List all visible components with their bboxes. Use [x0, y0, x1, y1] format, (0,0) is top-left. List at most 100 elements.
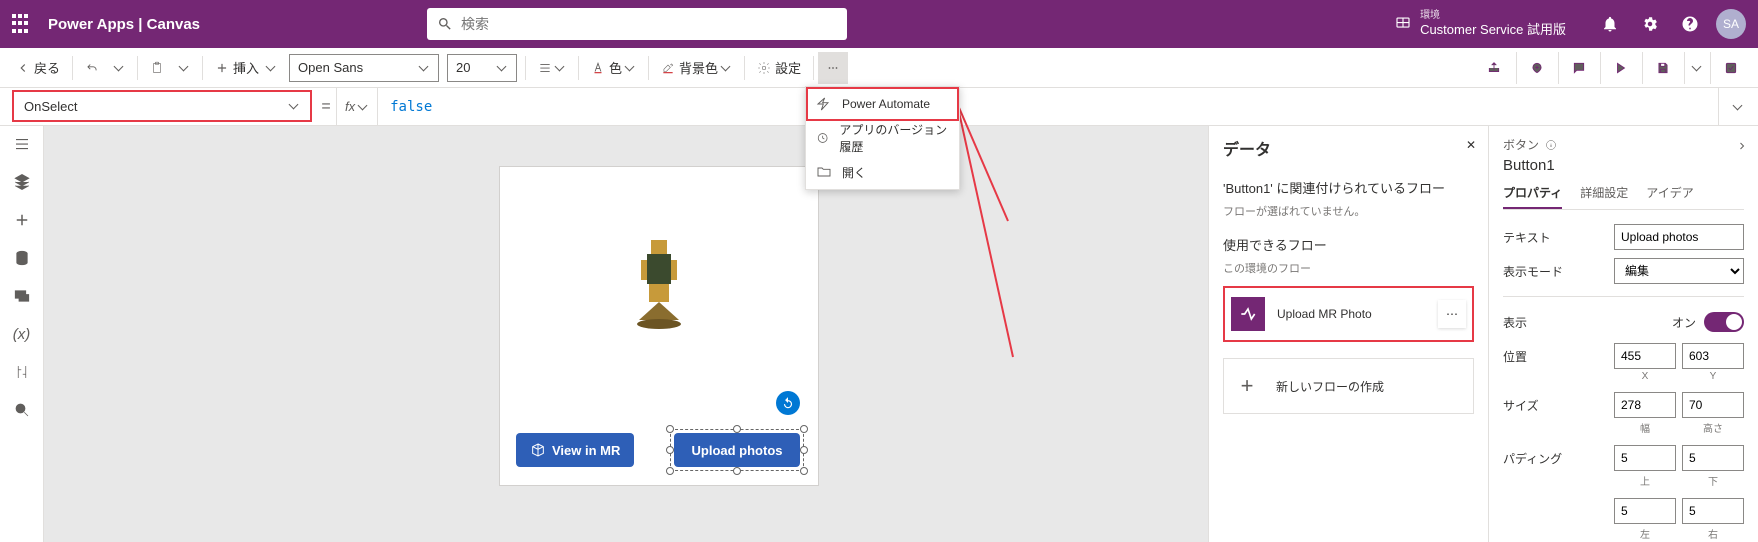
align-button[interactable] — [530, 52, 574, 84]
upload-photos-button[interactable]: Upload photos — [674, 433, 800, 467]
powerautomate-icon — [816, 96, 832, 112]
app-header: Power Apps | Canvas 環境 Customer Service … — [0, 0, 1758, 48]
usable-flows-heading: 使用できるフロー — [1223, 235, 1474, 254]
no-flow-text: フローが選ばれていません。 — [1223, 203, 1474, 219]
font-selector[interactable]: Open Sans — [289, 54, 439, 82]
prop-visible-toggle[interactable] — [1704, 312, 1744, 332]
related-flow-heading: 'Button1' に関連付けられているフロー — [1223, 178, 1474, 197]
publish-button[interactable] — [1710, 52, 1750, 84]
menu-version-history[interactable]: アプリのバージョン履歴 — [806, 121, 959, 155]
fontsize-selector[interactable]: 20 — [447, 54, 517, 82]
reload-icon[interactable] — [776, 391, 800, 415]
properties-pane: ボタン Button1 プロパティ 詳細設定 アイデア テキスト 表示モード 編集… — [1488, 126, 1758, 542]
environment-picker[interactable]: 環境 Customer Service 試用版 — [1394, 10, 1582, 38]
prop-displaymode-label: 表示モード — [1503, 263, 1563, 280]
prop-size-label: サイズ — [1503, 397, 1539, 414]
bgcolor-button[interactable]: 背景色 — [653, 52, 740, 84]
undo-dropdown[interactable] — [107, 52, 133, 84]
save-dropdown[interactable] — [1684, 52, 1708, 84]
app-title: Power Apps | Canvas — [48, 16, 200, 33]
prop-text-input[interactable] — [1614, 224, 1744, 250]
variables-icon[interactable]: (x) — [12, 324, 32, 344]
canvas-area[interactable]: View in MR Upload photos — [44, 126, 1208, 542]
prop-padright-input[interactable] — [1682, 498, 1744, 524]
user-avatar[interactable]: SA — [1716, 9, 1746, 39]
paste-dropdown[interactable] — [172, 52, 198, 84]
color-button[interactable]: 色 — [583, 52, 644, 84]
prop-padbot-input[interactable] — [1682, 445, 1744, 471]
expand-properties-icon[interactable] — [1736, 140, 1748, 155]
settings-button[interactable]: 設定 — [749, 52, 809, 84]
prop-padleft-input[interactable] — [1614, 498, 1676, 524]
prop-w-input[interactable] — [1614, 392, 1676, 418]
waffle-icon[interactable] — [12, 14, 32, 34]
data-pane: データ ✕ 'Button1' に関連付けられているフロー フローが選ばれていま… — [1208, 126, 1488, 542]
flow-item[interactable]: Upload MR Photo ⋯ — [1223, 286, 1474, 342]
data-icon[interactable] — [12, 248, 32, 268]
back-button[interactable]: 戻る — [8, 52, 68, 84]
app-screen[interactable]: View in MR Upload photos — [499, 166, 819, 486]
prop-y-input[interactable] — [1682, 343, 1744, 369]
close-pane-icon[interactable]: ✕ — [1466, 138, 1476, 152]
prop-visible-label: 表示 — [1503, 314, 1527, 331]
env-value: Customer Service 試用版 — [1420, 22, 1566, 38]
control-name: Button1 — [1503, 157, 1744, 174]
property-dropdown[interactable]: OnSelect — [12, 90, 312, 122]
search-box[interactable] — [427, 8, 847, 40]
save-button[interactable] — [1642, 52, 1682, 84]
view-in-mr-button[interactable]: View in MR — [516, 433, 634, 467]
prop-padtop-input[interactable] — [1614, 445, 1676, 471]
more-button[interactable] — [818, 52, 848, 84]
history-icon — [816, 130, 829, 146]
prop-displaymode-select[interactable]: 編集 — [1614, 258, 1744, 284]
formula-input[interactable]: false — [378, 88, 1718, 125]
paste-button[interactable] — [142, 52, 172, 84]
toolbar: 戻る 挿入 Open Sans 20 色 背景色 設定 — [0, 48, 1758, 88]
overflow-menu: Power Automate アプリのバージョン履歴 開く — [805, 86, 960, 190]
data-pane-title: データ — [1223, 136, 1474, 160]
tools-icon[interactable] — [12, 362, 32, 382]
mr-icon — [530, 442, 546, 458]
settings-icon[interactable] — [1630, 0, 1670, 48]
undo-button[interactable] — [77, 52, 107, 84]
flow-more-icon[interactable]: ⋯ — [1438, 300, 1466, 328]
insert-pane-icon[interactable] — [12, 172, 32, 192]
robot-model — [629, 232, 689, 332]
media-icon[interactable] — [12, 286, 32, 306]
prop-text-label: テキスト — [1503, 229, 1551, 246]
tab-properties[interactable]: プロパティ — [1503, 184, 1562, 209]
treeview-icon[interactable] — [12, 134, 32, 154]
notifications-icon[interactable] — [1590, 0, 1630, 48]
prop-h-input[interactable] — [1682, 392, 1744, 418]
flow-name: Upload MR Photo — [1277, 307, 1372, 321]
environment-icon — [1394, 15, 1412, 33]
equals-label: = — [316, 88, 336, 125]
flow-icon — [1231, 297, 1265, 331]
env-label: 環境 — [1420, 10, 1566, 22]
health-button[interactable] — [1516, 52, 1556, 84]
folder-icon — [816, 164, 832, 180]
add-icon[interactable] — [12, 210, 32, 230]
prop-padding-label: パディング — [1503, 450, 1562, 467]
info-icon[interactable] — [1545, 139, 1557, 151]
menu-open[interactable]: 開く — [806, 155, 959, 189]
prop-x-input[interactable] — [1614, 343, 1676, 369]
upload-photos-selected[interactable]: Upload photos — [670, 429, 804, 471]
search-rail-icon[interactable] — [12, 400, 32, 420]
properties-tabs: プロパティ 詳細設定 アイデア — [1503, 184, 1744, 210]
plus-icon: + — [1230, 369, 1264, 403]
insert-button[interactable]: 挿入 — [207, 52, 285, 84]
menu-power-automate[interactable]: Power Automate — [806, 87, 959, 121]
search-icon — [437, 16, 453, 32]
preview-button[interactable] — [1600, 52, 1640, 84]
control-kind: ボタン — [1503, 136, 1539, 153]
fx-label[interactable]: fx — [336, 88, 378, 125]
new-flow-button[interactable]: + 新しいフローの作成 — [1223, 358, 1474, 414]
search-input[interactable] — [461, 16, 837, 32]
tab-ideas[interactable]: アイデア — [1646, 184, 1693, 209]
help-icon[interactable] — [1670, 0, 1710, 48]
share-button[interactable] — [1474, 52, 1514, 84]
tab-advanced[interactable]: 詳細設定 — [1580, 184, 1628, 209]
formula-expand[interactable] — [1718, 88, 1758, 125]
comments-button[interactable] — [1558, 52, 1598, 84]
